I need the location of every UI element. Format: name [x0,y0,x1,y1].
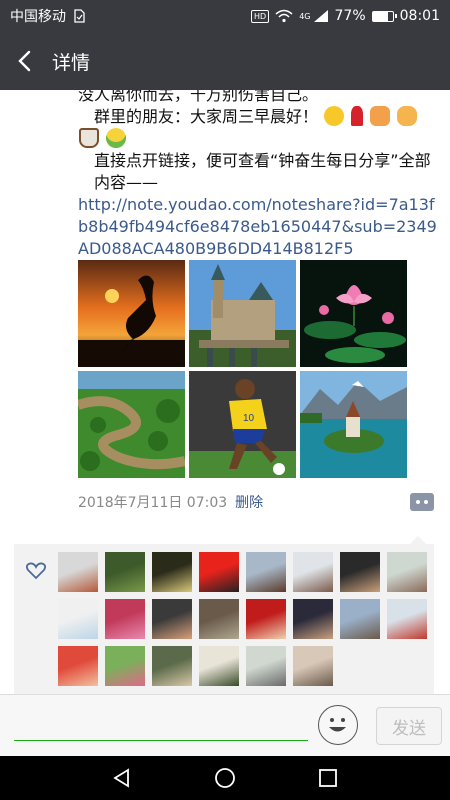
photo-lotus[interactable] [300,260,407,367]
wifi-icon [275,9,293,23]
liker-avatar[interactable] [58,599,98,639]
liker-avatar[interactable] [152,646,192,686]
battery-percent: 77% [334,8,366,24]
post-link[interactable]: http://note.youdao.com/noteshare?id=7a13… [78,195,437,258]
emoji-button[interactable] [318,705,358,745]
liker-avatar[interactable] [293,552,333,592]
liker-avatar[interactable] [387,599,427,639]
handshake-emoji-icon [370,106,391,126]
liker-avatar[interactable] [152,552,192,592]
photo-river-forest[interactable] [78,371,185,478]
liker-avatar[interactable] [387,552,427,592]
rose-emoji-icon [351,106,364,126]
photo-lake-island[interactable] [300,371,407,478]
comment-input-bar: 发送 [0,694,450,756]
circle-home-icon [215,768,235,788]
carrier-name: 中国移动 [10,9,66,25]
liker-avatar[interactable] [105,646,145,686]
flower-emoji-icon [106,128,127,148]
photo-sunset-bird[interactable] [78,260,185,367]
liker-avatar[interactable] [293,599,333,639]
liker-avatar[interactable] [340,599,380,639]
liker-avatar[interactable] [246,646,286,686]
liker-avatar[interactable] [105,552,145,592]
square-recents-icon [319,769,338,787]
post-meta: 2018年7月11日 07:03 删除 [78,490,434,514]
app-header: 详情 [0,32,450,90]
battery-fill [372,11,389,21]
post-body[interactable]: 没人离你而去，千万别伤害自己。 群里的朋友：大家周三早晨好！ 直接点开链接，便可… [78,90,438,260]
delete-button[interactable]: 删除 [235,492,263,512]
network-type: 4G [299,11,311,21]
send-button[interactable]: 发送 [376,707,442,745]
signal-icon [313,10,328,22]
triangle-back-icon [112,768,129,788]
liker-avatar[interactable] [246,552,286,592]
post-greeting: 群里的朋友：大家周三早晨好！ [94,107,319,126]
liker-avatar[interactable] [58,646,98,686]
post-line-partial: 没人离你而去，千万别伤害自己。 [78,90,319,104]
status-bar: 中国移动 HD 4G 77% 08:01 [0,0,450,32]
smiley-icon [329,718,346,732]
liker-avatar[interactable] [246,599,286,639]
ok-hand-emoji-icon [397,106,418,126]
hd-badge: HD [251,9,270,23]
post-detail: 没人离你而去，千万别伤害自己。 群里的朋友：大家周三早晨好！ 直接点开链接，便可… [0,90,450,694]
nav-recents-button[interactable] [308,758,348,798]
likes-box [14,536,436,694]
smile-emoji-icon [324,106,345,126]
system-nav-bar [0,756,450,800]
battery-icon [371,10,397,22]
liker-avatar[interactable] [105,599,145,639]
liker-avatar[interactable] [340,552,380,592]
clock: 08:01 [399,8,440,24]
back-button[interactable] [0,32,50,90]
chevron-left-icon [18,50,31,72]
photo-soccer-player[interactable]: 10 [189,371,296,478]
liker-avatar[interactable] [293,646,333,686]
nav-back-button[interactable] [102,758,142,798]
liker-avatar[interactable] [199,646,239,686]
svg-text:10: 10 [243,413,255,424]
coffee-emoji-icon [79,128,99,148]
photo-castle[interactable] [189,260,296,367]
liker-avatar-grid [58,552,436,686]
liker-avatar[interactable] [152,599,192,639]
nav-home-button[interactable] [205,758,245,798]
comment-input[interactable] [14,705,308,741]
post-instruction: 直接点开链接，便可查看“钟奋生每日分享”全部内容—— [94,151,431,192]
heart-icon [26,562,46,580]
liker-avatar[interactable] [199,552,239,592]
image-grid: 10 [78,260,408,478]
comment-menu-button[interactable] [410,493,434,511]
page-title: 详情 [52,51,91,74]
post-timestamp: 2018年7月11日 07:03 [78,495,228,511]
sim-icon [74,9,85,23]
liker-avatar[interactable] [199,599,239,639]
liker-avatar[interactable] [58,552,98,592]
